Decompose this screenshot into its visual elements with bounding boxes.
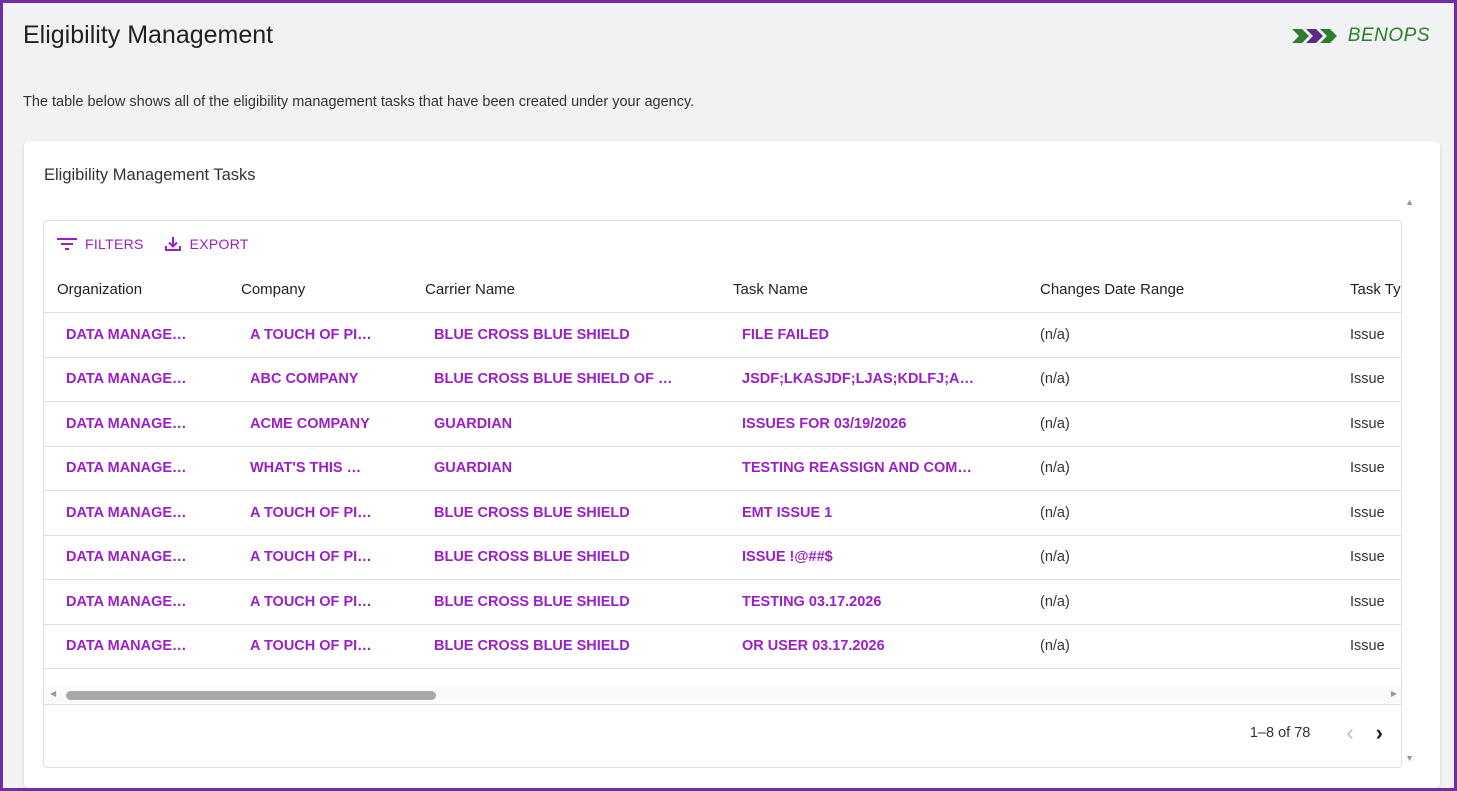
cell-task-type: Issue <box>1350 504 1385 521</box>
cell-task-type: Issue <box>1350 549 1385 566</box>
cell-changes-date-range: (n/a) <box>1040 326 1070 343</box>
cell-task-name[interactable]: JSDF;LKASJDF;LJAS;KDLFJ;A… <box>720 371 1027 387</box>
cell-changes-date-range: (n/a) <box>1040 549 1070 566</box>
cell-changes-date-range: (n/a) <box>1040 371 1070 388</box>
cell-organization[interactable]: DATA MANAGE… <box>44 416 228 432</box>
scroll-up-arrow-icon[interactable]: ▲ <box>1405 197 1414 207</box>
cell-carrier-name[interactable]: BLUE CROSS BLUE SHIELD <box>412 505 720 521</box>
column-header-company[interactable]: Company <box>228 281 412 298</box>
cell-changes-date-range: (n/a) <box>1040 593 1070 610</box>
cell-company[interactable]: ABC COMPANY <box>228 371 412 387</box>
cell-company[interactable]: A TOUCH OF PI… <box>228 549 412 565</box>
cell-task-type: Issue <box>1350 593 1385 610</box>
horizontal-scrollbar[interactable]: ◀ ▶ <box>44 687 1401 703</box>
cell-changes-date-range: (n/a) <box>1040 415 1070 432</box>
table-row[interactable]: DATA MANAGE… A TOUCH OF PI… BLUE CROSS BLU… <box>44 491 1401 536</box>
cell-task-name[interactable]: TESTING 03.17.2026 <box>720 594 1027 610</box>
grid-toolbar: FILTERS EXPORT <box>57 235 249 253</box>
cell-company[interactable]: A TOUCH OF PI… <box>228 594 412 610</box>
cell-organization[interactable]: DATA MANAGE… <box>44 460 228 476</box>
cell-carrier-name[interactable]: BLUE CROSS BLUE SHIELD <box>412 594 720 610</box>
tasks-data-grid: FILTERS EXPORT Organization Company Carr… <box>43 220 1402 768</box>
scrollbar-thumb[interactable] <box>66 691 436 700</box>
export-label: EXPORT <box>189 236 249 252</box>
filters-button[interactable]: FILTERS <box>57 236 144 252</box>
cell-changes-date-range: (n/a) <box>1040 504 1070 521</box>
logo-arrows-icon <box>1291 29 1337 43</box>
table-row[interactable]: DATA MANAGE… WHAT'S THIS … GUARDIAN TESTING… <box>44 447 1401 491</box>
column-header-carrier-name[interactable]: Carrier Name <box>412 281 720 298</box>
scroll-left-arrow-icon[interactable]: ◀ <box>50 689 56 698</box>
tasks-card: Eligibility Management Tasks ▲ ▼ FILTERS <box>24 141 1440 788</box>
cell-changes-date-range: (n/a) <box>1040 460 1070 477</box>
pagination: 1–8 of 78 ‹ › <box>1250 722 1383 744</box>
export-button[interactable]: EXPORT <box>164 235 249 253</box>
cell-task-type: Issue <box>1350 326 1385 343</box>
cell-task-type: Issue <box>1350 638 1385 655</box>
footer-divider <box>44 704 1401 705</box>
table-header-row: Organization Company Carrier Name Task N… <box>44 267 1401 313</box>
cell-changes-date-range: (n/a) <box>1040 638 1070 655</box>
cell-carrier-name[interactable]: GUARDIAN <box>412 416 720 432</box>
cell-organization[interactable]: DATA MANAGE… <box>44 638 228 654</box>
logo-text: BENOPS <box>1347 25 1430 46</box>
table-row[interactable]: DATA MANAGE… A TOUCH OF PI… BLUE CROSS BLU… <box>44 625 1401 669</box>
table-row[interactable]: DATA MANAGE… ABC COMPANY BLUE CROSS BLUE S… <box>44 358 1401 402</box>
scroll-down-arrow-icon[interactable]: ▼ <box>1405 753 1414 763</box>
benops-logo: BENOPS <box>1291 25 1430 47</box>
card-title: Eligibility Management Tasks <box>44 166 256 184</box>
cell-carrier-name[interactable]: BLUE CROSS BLUE SHIELD <box>412 327 720 343</box>
column-header-changes-date-range[interactable]: Changes Date Range <box>1027 281 1337 298</box>
cell-carrier-name[interactable]: BLUE CROSS BLUE SHIELD OF … <box>412 371 720 387</box>
cell-carrier-name[interactable]: GUARDIAN <box>412 460 720 476</box>
cell-task-name[interactable]: EMT ISSUE 1 <box>720 505 1027 521</box>
column-header-organization[interactable]: Organization <box>44 281 228 298</box>
cell-task-name[interactable]: ISSUE !@##$ <box>720 549 1027 565</box>
page-title: Eligibility Management <box>23 21 274 49</box>
download-icon <box>164 237 181 251</box>
cell-task-name[interactable]: ISSUES FOR 03/19/2026 <box>720 416 1027 432</box>
table-row[interactable]: DATA MANAGE… ACME COMPANY GUARDIAN ISSUES F… <box>44 402 1401 447</box>
cell-task-name[interactable]: OR USER 03.17.2026 <box>720 638 1027 654</box>
cell-carrier-name[interactable]: BLUE CROSS BLUE SHIELD <box>412 549 720 565</box>
cell-task-type: Issue <box>1350 415 1385 432</box>
cell-company[interactable]: A TOUCH OF PI… <box>228 327 412 343</box>
column-header-task-name[interactable]: Task Name <box>720 281 1027 298</box>
pagination-range: 1–8 of 78 <box>1249 725 1311 741</box>
scroll-right-arrow-icon[interactable]: ▶ <box>1391 689 1397 698</box>
table-row[interactable]: DATA MANAGE… A TOUCH OF PI… BLUE CROSS BLU… <box>44 313 1401 358</box>
app-frame: Eligibility Management BENOPS The table … <box>0 0 1457 791</box>
tasks-table: Organization Company Carrier Name Task N… <box>44 267 1401 669</box>
table-row[interactable]: DATA MANAGE… A TOUCH OF PI… BLUE CROSS BLU… <box>44 536 1401 580</box>
page-description: The table below shows all of the eligibi… <box>23 94 695 110</box>
cell-company[interactable]: WHAT'S THIS … <box>228 460 412 476</box>
chevron-left-icon[interactable]: ‹ <box>1346 722 1353 744</box>
chevron-right-icon[interactable]: › <box>1376 722 1383 744</box>
cell-organization[interactable]: DATA MANAGE… <box>44 549 228 565</box>
cell-task-name[interactable]: FILE FAILED <box>720 327 1027 343</box>
cell-company[interactable]: A TOUCH OF PI… <box>228 505 412 521</box>
cell-task-type: Issue <box>1350 371 1385 388</box>
cell-task-name[interactable]: TESTING REASSIGN AND COM… <box>720 460 1027 476</box>
cell-carrier-name[interactable]: BLUE CROSS BLUE SHIELD <box>412 638 720 654</box>
cell-company[interactable]: ACME COMPANY <box>228 416 412 432</box>
cell-company[interactable]: A TOUCH OF PI… <box>228 638 412 654</box>
cell-organization[interactable]: DATA MANAGE… <box>44 505 228 521</box>
table-row[interactable]: DATA MANAGE… A TOUCH OF PI… BLUE CROSS BLU… <box>44 580 1401 625</box>
table-body: DATA MANAGE… A TOUCH OF PI… BLUE CROSS BLU… <box>44 313 1401 669</box>
filters-label: FILTERS <box>85 236 144 252</box>
cell-organization[interactable]: DATA MANAGE… <box>44 371 228 387</box>
cell-task-type: Issue <box>1350 460 1385 477</box>
cell-organization[interactable]: DATA MANAGE… <box>44 594 228 610</box>
filter-lines-icon <box>57 238 77 250</box>
column-header-task-type[interactable]: Task Ty <box>1337 281 1401 298</box>
cell-organization[interactable]: DATA MANAGE… <box>44 327 228 343</box>
